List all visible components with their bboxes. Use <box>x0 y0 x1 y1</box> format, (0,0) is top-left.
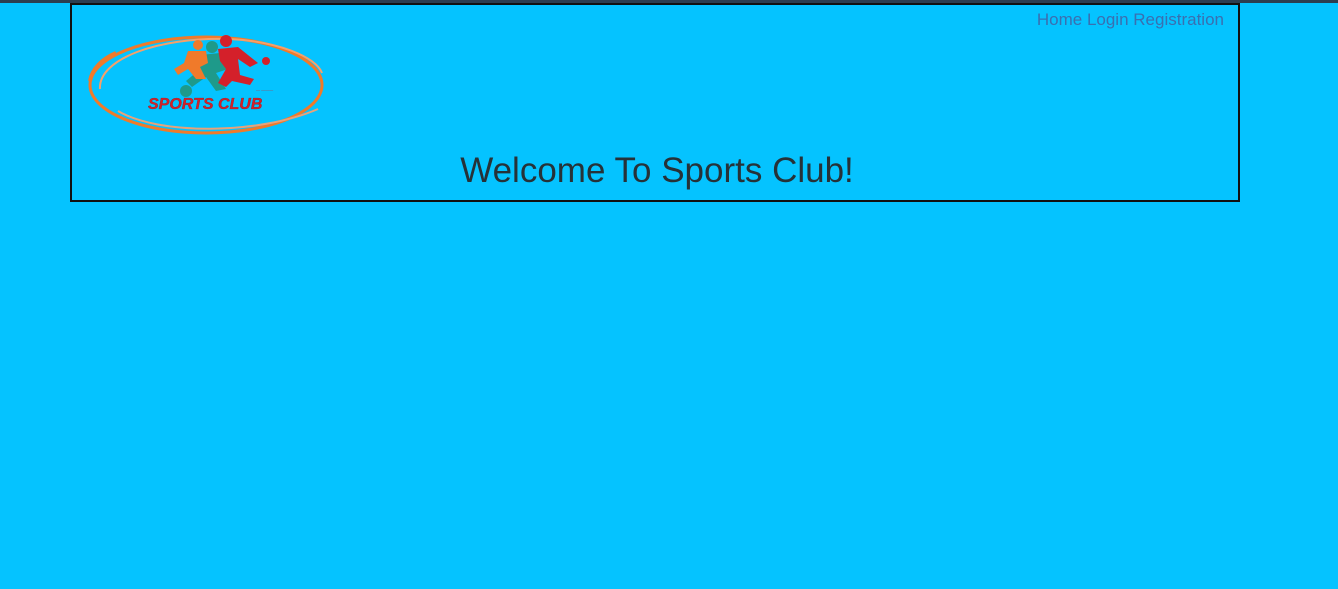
top-nav: Home Login Registration <box>1037 10 1224 30</box>
logo-text: SPORTS CLUB <box>148 96 262 113</box>
site-header: Home Login Registration — ——— SPORTS CLU… <box>70 3 1240 202</box>
page-title-text: Welcome To Sports Club! <box>460 151 854 190</box>
nav-registration-link[interactable]: Registration <box>1133 10 1224 29</box>
logo-figure-middle-icon <box>174 40 208 79</box>
nav-home-link[interactable]: Home <box>1037 10 1082 29</box>
nav-login-link[interactable]: Login <box>1087 10 1129 29</box>
logo-tagline: — ——— <box>256 87 273 92</box>
sports-club-logo: — ——— SPORTS CLUB <box>88 35 324 135</box>
page-title: Welcome To Sports Club! <box>72 151 1238 191</box>
